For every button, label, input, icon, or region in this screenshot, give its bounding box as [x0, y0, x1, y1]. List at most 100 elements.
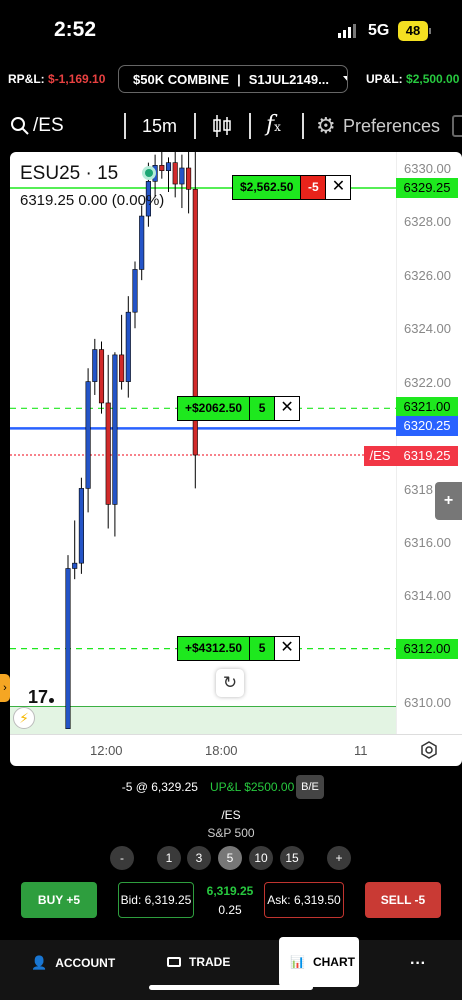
price-tag-order: 6312.00 [396, 639, 458, 659]
order-qty[interactable]: -5 [301, 176, 327, 199]
toolbar-divider [194, 113, 196, 139]
timeframe-selector[interactable]: 15m [142, 116, 177, 137]
candle [139, 205, 145, 281]
sell-button[interactable]: SELL -5 [365, 882, 441, 918]
rpl-label: RP&L: [8, 72, 45, 86]
candle [112, 352, 118, 537]
candle [92, 338, 98, 395]
bear-candle-body [98, 349, 105, 404]
position-upl: UP&L $2500.00 [209, 780, 295, 794]
bull-candle-body [85, 381, 91, 489]
qty-1-button[interactable]: 1 [157, 846, 181, 870]
limit-order-tag[interactable]: +$4312.50 5 ✕ [177, 636, 301, 661]
position-text: -5 @ 6,329.25 [121, 780, 198, 794]
bull-candle-body [139, 215, 145, 270]
qty-5-button[interactable]: 5 [218, 846, 242, 870]
search-icon[interactable] [10, 116, 30, 136]
rpl-value: $-1,169.10 [48, 72, 106, 86]
order-pnl: +$4312.50 [178, 637, 251, 660]
candlestick-icon[interactable] [211, 113, 233, 139]
function-icon[interactable]: fx [266, 112, 281, 137]
bid-button[interactable]: Bid: 6,319.25 [118, 882, 194, 918]
qty-minus-button[interactable]: - [110, 846, 134, 870]
nav-more[interactable]: ··· [410, 955, 426, 973]
lightning-icon[interactable]: ⚡ [13, 707, 35, 729]
time-axis-divider [10, 734, 462, 735]
realized-pnl: RP&L: $-1,169.10 [8, 72, 105, 86]
reset-chart-button[interactable]: ↻ [216, 669, 244, 697]
qty-10-button[interactable]: 10 [249, 846, 273, 870]
candle [85, 368, 91, 513]
battery-icon: 48 [398, 21, 428, 41]
bull-candle-body [132, 269, 138, 313]
trade-symbol: /ES [221, 808, 241, 822]
x-tick: 11 [354, 743, 368, 758]
candle [192, 152, 198, 489]
account-selector[interactable]: $50K COMBINE | S1JUL2149... [118, 65, 348, 93]
money-icon [167, 957, 181, 967]
home-indicator [149, 985, 313, 990]
y-tick: 6316.00 [404, 535, 451, 550]
y-tick: 6318 [404, 482, 433, 497]
trade-symbol-description: S&P 500 [207, 826, 255, 840]
spread-value: 0.25 [218, 903, 242, 917]
position-order-tag[interactable]: $2,562.50 -5 ✕ [232, 175, 352, 200]
zoom-plus-button[interactable]: + [435, 482, 462, 520]
toolbar-divider [249, 113, 251, 139]
symbol-search[interactable]: /ES [33, 115, 64, 137]
limit-order-tag[interactable]: +$2062.50 5 ✕ [177, 396, 301, 421]
price-tag-last: 6319.25 [396, 446, 458, 466]
order-qty[interactable]: 5 [250, 397, 276, 420]
candle [98, 341, 105, 414]
close-icon[interactable]: ✕ [326, 176, 351, 199]
readout-change: 0.00 (0.00%) [78, 192, 165, 209]
candle [165, 157, 172, 193]
price-tag-order: 6321.00 [396, 397, 458, 417]
nav-account[interactable]: 👤 ACCOUNT [31, 955, 115, 971]
y-tick: 6322.00 [404, 375, 451, 390]
chart-price-readout: 6319.25 0.00 (0.00%) [20, 192, 164, 209]
nav-trade-label: TRADE [189, 955, 231, 969]
y-tick: 6314.00 [404, 588, 451, 603]
qty-15-button[interactable]: 15 [280, 846, 304, 870]
nav-chart[interactable]: 📊 CHART [290, 955, 355, 969]
y-tick: 6326.00 [404, 268, 451, 283]
qty-plus-button[interactable]: + [327, 846, 351, 870]
close-icon[interactable]: ✕ [275, 637, 300, 660]
bear-candle-body [172, 162, 178, 185]
bear-candle-body [119, 354, 125, 382]
preferences-button[interactable]: Preferences [343, 116, 440, 137]
nav-chart-label: CHART [312, 955, 355, 969]
more-toolbar-box[interactable] [452, 115, 462, 137]
candle [186, 152, 192, 214]
account-name: $50K COMBINE [133, 71, 230, 87]
order-pnl: $2,562.50 [233, 176, 302, 199]
account-divider: | [237, 71, 241, 87]
candle [105, 354, 111, 529]
symbol-price-tag: /ES [364, 446, 396, 466]
tradingview-logo: 17 [28, 686, 62, 708]
gear-icon[interactable]: ⚙ [316, 113, 336, 139]
y-tick: 6324.00 [404, 321, 451, 336]
bull-candle-body [179, 167, 185, 185]
user-icon: 👤 [31, 955, 48, 970]
caret-down-icon [342, 76, 347, 82]
nav-trade[interactable]: TRADE [167, 955, 230, 969]
candle [179, 154, 185, 209]
close-icon[interactable]: ✕ [275, 397, 300, 420]
app-root: 2:52 5G 48 RP&L: $-1,169.10 $50K COMBINE… [0, 0, 462, 1000]
bull-candle-body [78, 488, 84, 564]
network-type: 5G [368, 22, 390, 39]
qty-3-button[interactable]: 3 [187, 846, 211, 870]
bull-candle-body [65, 568, 71, 729]
order-qty[interactable]: 5 [250, 637, 276, 660]
chart-settings-icon[interactable] [420, 741, 438, 759]
ask-button[interactable]: Ask: 6,319.50 [264, 882, 344, 918]
bull-candle-body [92, 349, 98, 382]
readout-price: 6319.25 [20, 192, 75, 209]
status-time: 2:52 [54, 18, 97, 41]
buy-button[interactable]: BUY +5 [21, 882, 97, 918]
breakeven-button[interactable]: B/E [296, 775, 324, 799]
left-panel-handle[interactable]: › [0, 674, 10, 702]
chart-symbol-title: ESU25 · 15 [20, 163, 119, 184]
